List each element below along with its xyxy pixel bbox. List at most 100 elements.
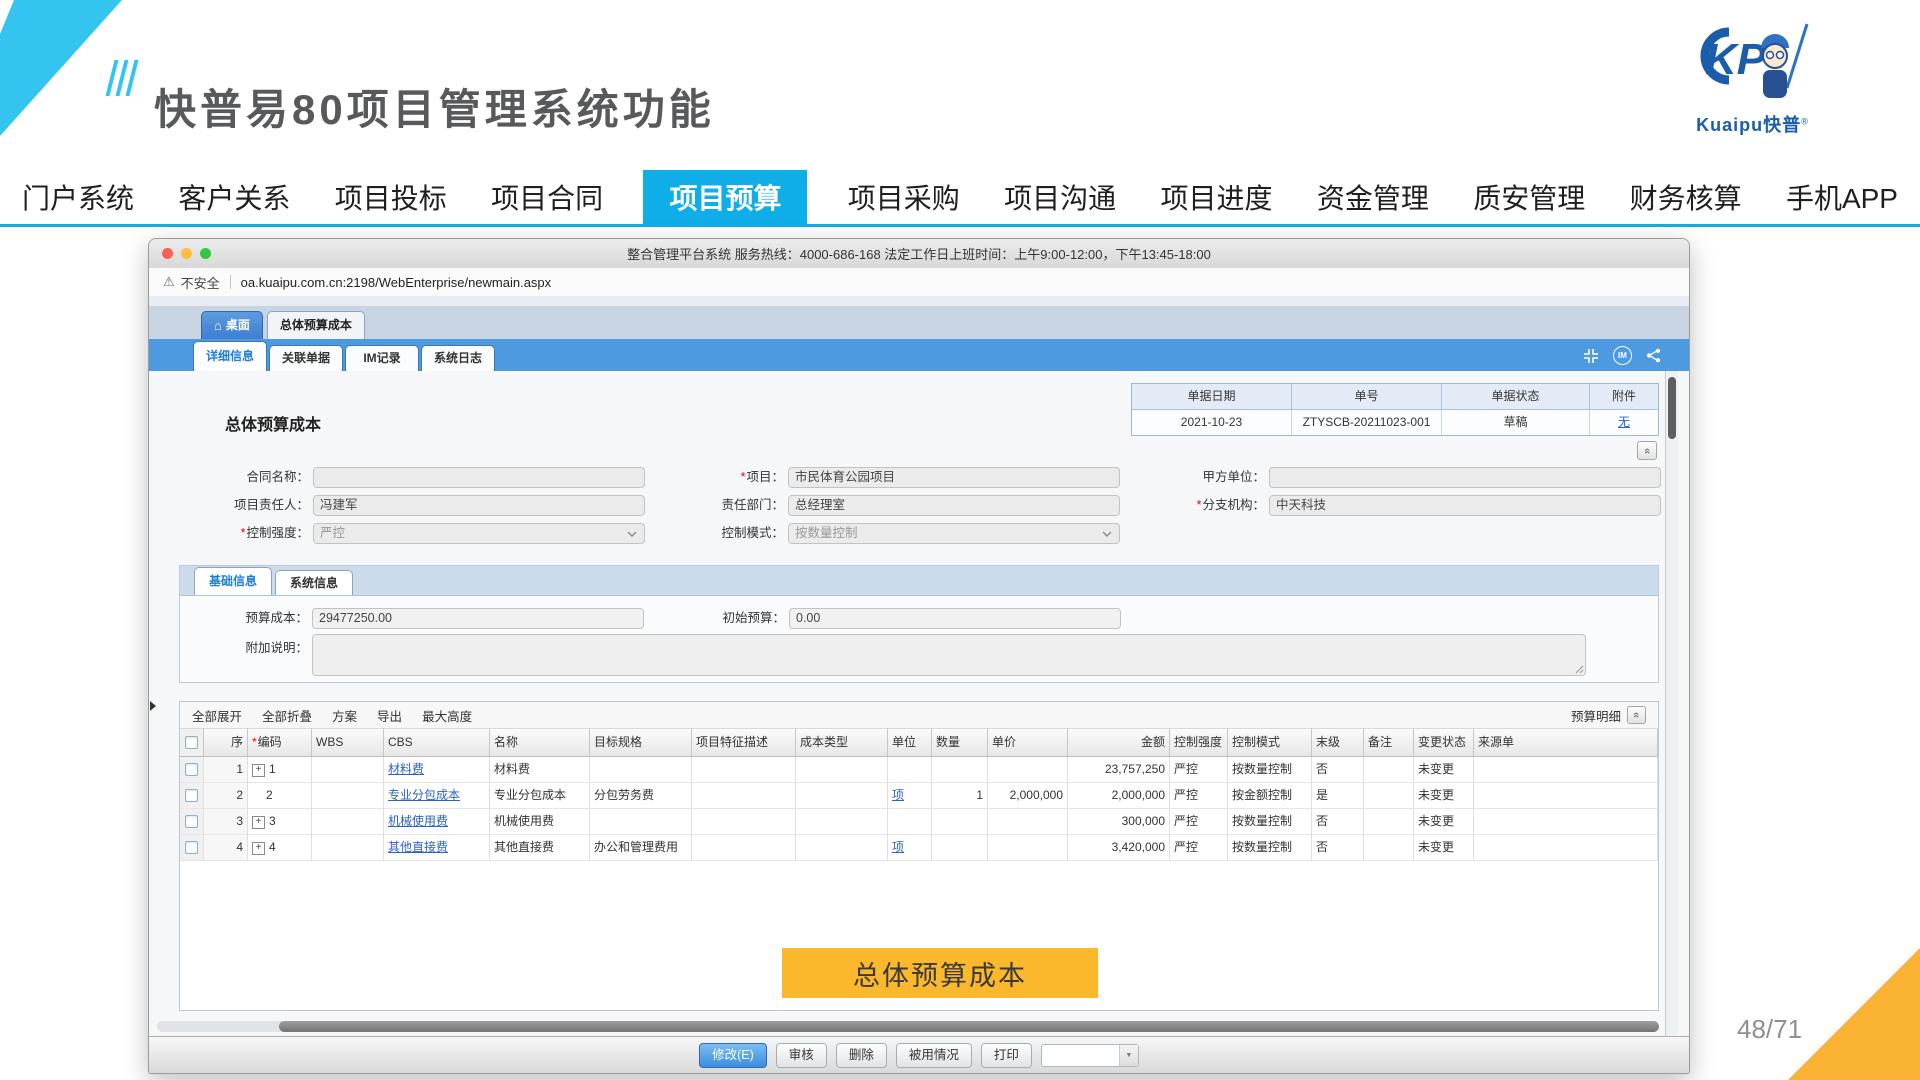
col-price: 单价	[988, 729, 1068, 757]
panel-collapse-arrow[interactable]	[150, 701, 156, 711]
branch-field[interactable]: 中天科技	[1269, 495, 1661, 516]
cell-wbs	[312, 809, 384, 835]
project-manager-field[interactable]: 冯建军	[313, 495, 645, 516]
control-mode-select[interactable]: 按数量控制	[788, 523, 1120, 544]
tab-desktop[interactable]: ⌂ 桌面	[201, 311, 263, 339]
project-field[interactable]: 市民体育公园项目	[788, 467, 1120, 488]
note-textarea[interactable]	[312, 634, 1586, 676]
cell-qty: 1	[932, 783, 988, 809]
cell-code: 2	[248, 783, 312, 809]
cell-cbs: 机械使用费	[384, 809, 490, 835]
doc-col-status: 单据状态	[1442, 384, 1590, 410]
row-checkbox[interactable]	[185, 789, 198, 802]
scheme-button[interactable]: 方案	[332, 706, 357, 725]
row-checkbox[interactable]	[185, 763, 198, 776]
unit-link[interactable]: 项	[892, 788, 904, 802]
row-checkbox-cell	[180, 835, 204, 861]
grid-body: 1+1材料费材料费23,757,250严控按数量控制否未变更22专业分包成本专业…	[180, 757, 1658, 861]
nav-item-funds[interactable]: 资金管理	[1313, 170, 1433, 224]
cell-seq: 3	[204, 809, 248, 835]
responsible-dept-field[interactable]: 总经理室	[788, 495, 1120, 516]
expand-all-button[interactable]: 全部展开	[192, 706, 242, 725]
vertical-scrollbar-thumb[interactable]	[1668, 377, 1676, 439]
minimize-window-icon[interactable]	[181, 248, 192, 259]
cbs-link[interactable]: 机械使用费	[388, 814, 448, 828]
zoom-window-icon[interactable]	[200, 248, 211, 259]
row-checkbox[interactable]	[185, 815, 198, 828]
contract-name-field[interactable]	[313, 467, 645, 488]
cell-spec: 分包劳务费	[590, 783, 692, 809]
form-title: 总体预算成本	[225, 411, 321, 435]
nav-item-bidding[interactable]: 项目投标	[331, 170, 451, 224]
collapse-all-button[interactable]: 全部折叠	[262, 706, 312, 725]
delete-button[interactable]: 删除	[836, 1043, 887, 1068]
audit-button[interactable]: 审核	[776, 1043, 827, 1068]
im-icon[interactable]: IM	[1613, 346, 1632, 365]
nav-item-mobile-app[interactable]: 手机APP	[1782, 170, 1902, 224]
print-button[interactable]: 打印	[981, 1043, 1032, 1068]
cbs-link[interactable]: 其他直接费	[388, 840, 448, 854]
url-text[interactable]: oa.kuaipu.com.cn:2198/WebEnterprise/newm…	[241, 275, 552, 290]
horizontal-scrollbar-thumb[interactable]	[279, 1021, 1659, 1032]
expand-icon[interactable]: +	[252, 764, 265, 777]
budget-cost-field[interactable]: 29477250.00	[312, 608, 644, 629]
close-window-icon[interactable]	[162, 248, 173, 259]
tab-related-docs[interactable]: 关联单据	[269, 345, 343, 371]
collapse-header-button[interactable]: «	[1637, 441, 1657, 460]
cell-price	[988, 757, 1068, 783]
nav-item-portal[interactable]: 门户系统	[18, 170, 138, 224]
control-strength-select[interactable]: 严控	[313, 523, 645, 544]
row-checkbox[interactable]	[185, 841, 198, 854]
share-icon[interactable]	[1646, 348, 1661, 363]
tab-basic-info[interactable]: 基础信息	[194, 567, 272, 595]
max-height-button[interactable]: 最大高度	[422, 706, 472, 725]
nav-item-procurement[interactable]: 项目采购	[844, 170, 964, 224]
svg-text:KP: KP	[1705, 35, 1767, 84]
grid-header-row: 序 *编码 WBS CBS 名称 目标规格 项目特征描述 成本类型 单位 数量 …	[180, 729, 1658, 757]
panel-title: 预算明细	[1571, 706, 1621, 725]
tab-system-info[interactable]: 系统信息	[275, 570, 353, 595]
collapse-grid-button[interactable]: «	[1627, 706, 1646, 724]
expand-icon[interactable]: +	[252, 842, 265, 855]
attachment-link[interactable]: 无	[1618, 415, 1630, 429]
select-arrow-icon: ▼	[1119, 1045, 1138, 1066]
initial-budget-field[interactable]: 0.00	[789, 608, 1121, 629]
tab-detail-info[interactable]: 详细信息	[193, 341, 267, 371]
tab-overall-budget[interactable]: 总体预算成本	[267, 311, 365, 339]
cell-mode: 按金额控制	[1228, 783, 1312, 809]
nav-item-crm[interactable]: 客户关系	[174, 170, 294, 224]
tab-system-log[interactable]: 系统日志	[421, 345, 495, 371]
resize-handle-icon[interactable]	[1575, 665, 1584, 674]
cbs-link[interactable]: 专业分包成本	[388, 788, 460, 802]
cell-spec	[590, 809, 692, 835]
doc-number: ZTYSCB-20211023-001	[1292, 410, 1442, 435]
usage-button[interactable]: 被用情况	[896, 1043, 972, 1068]
browser-window: 整合管理平台系统 服务热线：4000-686-168 法定工作日上班时间：上午9…	[148, 238, 1690, 1074]
tab-im-records[interactable]: IM记录	[345, 345, 419, 371]
nav-item-progress[interactable]: 项目进度	[1157, 170, 1277, 224]
export-button[interactable]: 导出	[377, 706, 402, 725]
col-spec: 目标规格	[590, 729, 692, 757]
expand-icon[interactable]: +	[252, 816, 265, 829]
control-mode-value: 按数量控制	[795, 526, 858, 540]
more-actions-select[interactable]: ▼	[1041, 1044, 1139, 1067]
nav-item-communication[interactable]: 项目沟通	[1000, 170, 1120, 224]
title-accent-bars-icon	[110, 60, 134, 96]
nav-item-budget[interactable]: 项目预算	[643, 170, 807, 224]
restore-size-icon[interactable]	[1583, 348, 1599, 364]
party-a-field[interactable]	[1269, 467, 1661, 488]
cell-qty	[932, 757, 988, 783]
cell-name: 机械使用费	[490, 809, 590, 835]
cbs-link[interactable]: 材料费	[388, 762, 424, 776]
window-titlebar: 整合管理平台系统 服务热线：4000-686-168 法定工作日上班时间：上午9…	[149, 239, 1689, 269]
nav-item-quality[interactable]: 质安管理	[1469, 170, 1589, 224]
security-label[interactable]: 不安全	[181, 273, 220, 292]
unit-link[interactable]: 项	[892, 840, 904, 854]
nav-item-contract[interactable]: 项目合同	[487, 170, 607, 224]
nav-item-finance[interactable]: 财务核算	[1626, 170, 1746, 224]
modify-button[interactable]: 修改(E)	[699, 1043, 767, 1068]
home-icon: ⌂	[214, 312, 222, 339]
col-mode: 控制模式	[1228, 729, 1312, 757]
select-all-checkbox[interactable]	[185, 736, 198, 749]
doc-col-attachment: 附件	[1590, 384, 1658, 410]
